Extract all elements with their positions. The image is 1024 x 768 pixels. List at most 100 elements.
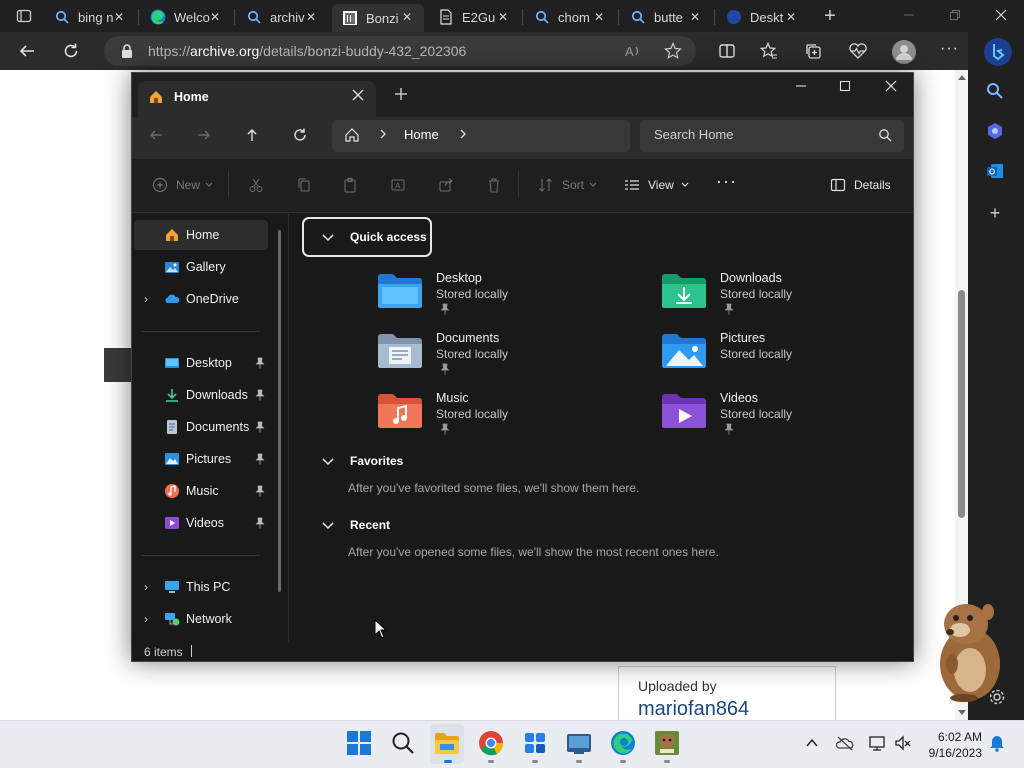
folder-music[interactable]: Music Stored locally	[378, 389, 608, 447]
recent-header[interactable]: Recent	[320, 517, 390, 533]
nav-item-network[interactable]: › Network	[134, 604, 268, 634]
explorer-up-icon[interactable]	[244, 127, 260, 143]
address-home-icon[interactable]	[344, 127, 360, 143]
page-scroll-thumb[interactable]	[958, 290, 965, 518]
minimize-explorer-button[interactable]	[794, 79, 808, 93]
rename-button[interactable]: A	[390, 177, 406, 193]
paste-button[interactable]	[342, 177, 358, 193]
nav-pane-scrollbar[interactable]	[278, 230, 281, 592]
cut-button[interactable]	[248, 177, 264, 193]
scroll-down-arrow-icon[interactable]	[958, 708, 966, 716]
browser-tab[interactable]: E2Gu ✕	[428, 4, 520, 30]
delete-button[interactable]	[486, 177, 502, 193]
folder-videos[interactable]: Videos Stored locally	[662, 389, 892, 447]
explorer-forward-icon[interactable]	[196, 127, 212, 143]
nav-item-onedrive[interactable]: › OneDrive	[134, 284, 268, 314]
expand-chevron-icon[interactable]: ›	[144, 292, 148, 306]
start-button-icon[interactable]	[346, 730, 372, 756]
breadcrumb-chevron-end-icon[interactable]	[458, 128, 468, 140]
favorite-star-icon[interactable]	[664, 42, 682, 60]
nav-item-this-pc[interactable]: › This PC	[134, 572, 268, 602]
expand-chevron-icon[interactable]: ›	[144, 580, 148, 594]
view-button[interactable]: View	[624, 177, 690, 193]
browser-tab[interactable]: chom ✕	[524, 4, 616, 30]
pane-divider[interactable]	[288, 214, 289, 642]
favorites-icon[interactable]	[760, 42, 778, 60]
browser-tab[interactable]: Bonzi ✕	[332, 4, 424, 32]
see-more-icon[interactable]: ···	[716, 171, 737, 192]
copy-button[interactable]	[296, 177, 312, 193]
bonzi-character-image[interactable]	[930, 598, 1010, 702]
nav-item-gallery[interactable]: Gallery	[134, 252, 268, 282]
back-icon[interactable]	[18, 42, 36, 60]
quick-access-header[interactable]: Quick access	[302, 217, 432, 257]
collections-icon[interactable]	[804, 42, 822, 60]
nav-item-desktop[interactable]: Desktop	[134, 348, 268, 378]
restore-browser-button[interactable]	[948, 8, 962, 22]
chrome-taskbar-icon[interactable]	[478, 730, 504, 756]
minimize-browser-button[interactable]	[902, 8, 916, 22]
browser-tab[interactable]: Deskt ✕	[716, 4, 808, 30]
file-explorer-taskbar-icon[interactable]	[434, 730, 460, 756]
breadcrumb-chevron-icon[interactable]	[378, 128, 388, 140]
browser-tab[interactable]: butte ✕	[620, 4, 712, 30]
browser-essentials-icon[interactable]	[848, 42, 868, 60]
new-tab-button[interactable]: +	[820, 6, 840, 26]
url-text[interactable]: https://archive.org/details/bonzi-buddy-…	[148, 43, 466, 59]
explorer-address-bar[interactable]	[332, 120, 630, 152]
folder-downloads[interactable]: Downloads Stored locally	[662, 269, 892, 327]
close-tab-icon[interactable]: ✕	[304, 10, 318, 24]
favorites-header[interactable]: Favorites	[320, 453, 403, 469]
virtualbox-taskbar-icon[interactable]	[566, 730, 592, 756]
folder-documents[interactable]: Documents Stored locally	[378, 329, 608, 387]
close-tab-icon[interactable]: ✕	[688, 10, 702, 24]
breadcrumb-home[interactable]: Home	[404, 127, 439, 142]
notifications-bell-icon[interactable]	[988, 734, 1006, 752]
close-explorer-button[interactable]	[884, 79, 898, 93]
nav-item-pictures[interactable]: Pictures	[134, 444, 268, 474]
close-tab-icon[interactable]: ✕	[496, 10, 510, 24]
close-tab-icon[interactable]: ✕	[400, 10, 414, 24]
close-tab-icon[interactable]: ✕	[784, 10, 798, 24]
explorer-tab-home[interactable]: Home	[138, 81, 376, 117]
scroll-up-arrow-icon[interactable]	[958, 74, 966, 82]
new-explorer-tab-icon[interactable]	[394, 87, 408, 101]
sidebar-discover-icon[interactable]	[986, 122, 1004, 140]
outlook-icon[interactable]: O	[986, 162, 1004, 180]
maximize-explorer-button[interactable]	[838, 79, 852, 93]
uploader-link[interactable]: mariofan864	[638, 698, 749, 721]
nav-item-documents[interactable]: Documents	[134, 412, 268, 442]
edge-taskbar-icon[interactable]	[610, 730, 636, 756]
folder-pictures[interactable]: Pictures Stored locally	[662, 329, 892, 387]
copilot-icon[interactable]	[984, 38, 1012, 66]
network-tray-icon[interactable]	[868, 734, 886, 752]
browser-tab[interactable]: Welco ✕	[140, 4, 232, 30]
nav-item-downloads[interactable]: Downloads	[134, 380, 268, 410]
browser-tab[interactable]: bing n ✕	[44, 4, 136, 30]
more-options-icon[interactable]: ···	[940, 41, 958, 60]
taskbar-search-icon[interactable]	[390, 730, 416, 756]
share-button[interactable]	[438, 177, 454, 193]
details-button[interactable]: Details	[830, 177, 891, 193]
profile-avatar[interactable]	[892, 40, 916, 64]
refresh-icon[interactable]	[62, 42, 80, 60]
close-tab-icon[interactable]	[352, 89, 364, 101]
explorer-search-icon[interactable]	[878, 128, 892, 142]
sort-button[interactable]: Sort	[538, 177, 598, 193]
taskbar-clock[interactable]: 6:02 AM 9/16/2023	[918, 729, 982, 761]
lock-icon[interactable]	[120, 43, 134, 59]
folder-desktop[interactable]: Desktop Stored locally	[378, 269, 608, 327]
expand-chevron-icon[interactable]: ›	[144, 612, 148, 626]
read-aloud-icon[interactable]: A	[624, 42, 642, 60]
show-hidden-icons-chevron-icon[interactable]	[806, 738, 818, 748]
browser-tab[interactable]: archiv ✕	[236, 4, 328, 30]
search-placeholder[interactable]: Search Home	[654, 127, 733, 142]
split-screen-icon[interactable]	[718, 42, 736, 60]
new-button[interactable]: New	[152, 177, 214, 193]
add-sidebar-app-icon[interactable]: +	[988, 204, 1002, 222]
nav-item-music[interactable]: Music	[134, 476, 268, 506]
explorer-back-icon[interactable]	[148, 127, 164, 143]
close-tab-icon[interactable]: ✕	[112, 10, 126, 24]
nav-item-videos[interactable]: Videos	[134, 508, 268, 538]
sidebar-search-icon[interactable]	[986, 82, 1004, 100]
